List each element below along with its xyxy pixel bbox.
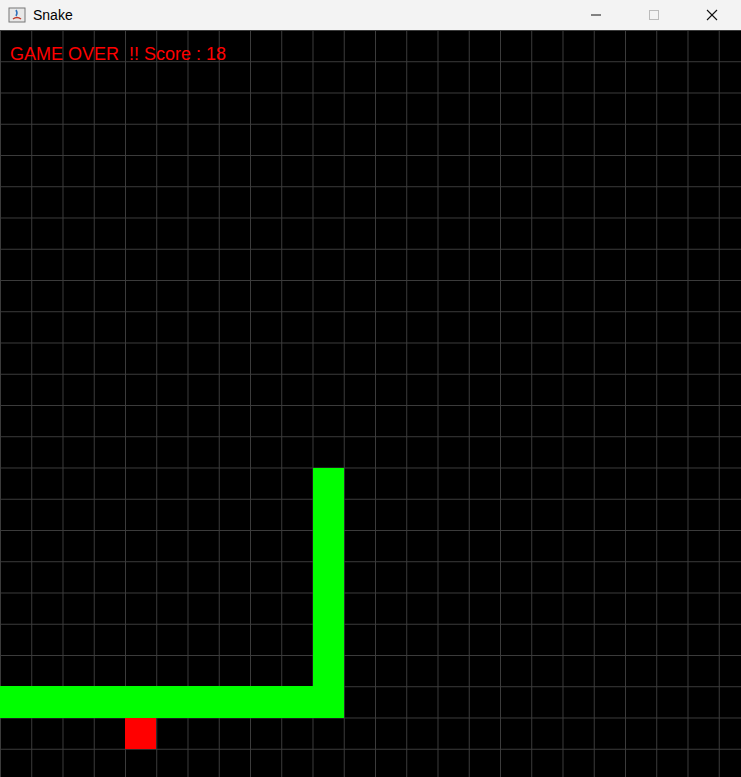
- snake-segment: [125, 686, 156, 717]
- game-board: GAME OVER !! Score : 18: [0, 30, 741, 777]
- snake-segment: [313, 655, 344, 686]
- java-icon: [0, 6, 33, 24]
- food: [125, 718, 156, 749]
- snake-segment: [313, 561, 344, 592]
- maximize-icon: [625, 0, 683, 30]
- snake-segment: [63, 686, 94, 717]
- snake-segment: [313, 624, 344, 655]
- close-icon[interactable]: [683, 0, 741, 30]
- snake-segment: [313, 468, 344, 499]
- title-bar: Snake: [0, 0, 741, 30]
- snake-segment: [219, 686, 250, 717]
- snake-segment: [250, 686, 281, 717]
- game-window: Snake GAME OVER !! Score : 18: [0, 0, 741, 777]
- snake-segment: [0, 686, 31, 717]
- snake-segment: [313, 499, 344, 530]
- minimize-icon[interactable]: [567, 0, 625, 30]
- snake-segment: [313, 530, 344, 561]
- snake-segment: [188, 686, 219, 717]
- window-title: Snake: [33, 5, 73, 25]
- game-over-message: GAME OVER !! Score : 18: [10, 42, 226, 66]
- board-grid: [0, 30, 741, 777]
- snake-segment: [31, 686, 62, 717]
- snake-segment: [94, 686, 125, 717]
- snake-segment: [313, 686, 344, 717]
- snake-segment: [156, 686, 187, 717]
- snake-segment: [313, 593, 344, 624]
- snake-segment: [281, 686, 312, 717]
